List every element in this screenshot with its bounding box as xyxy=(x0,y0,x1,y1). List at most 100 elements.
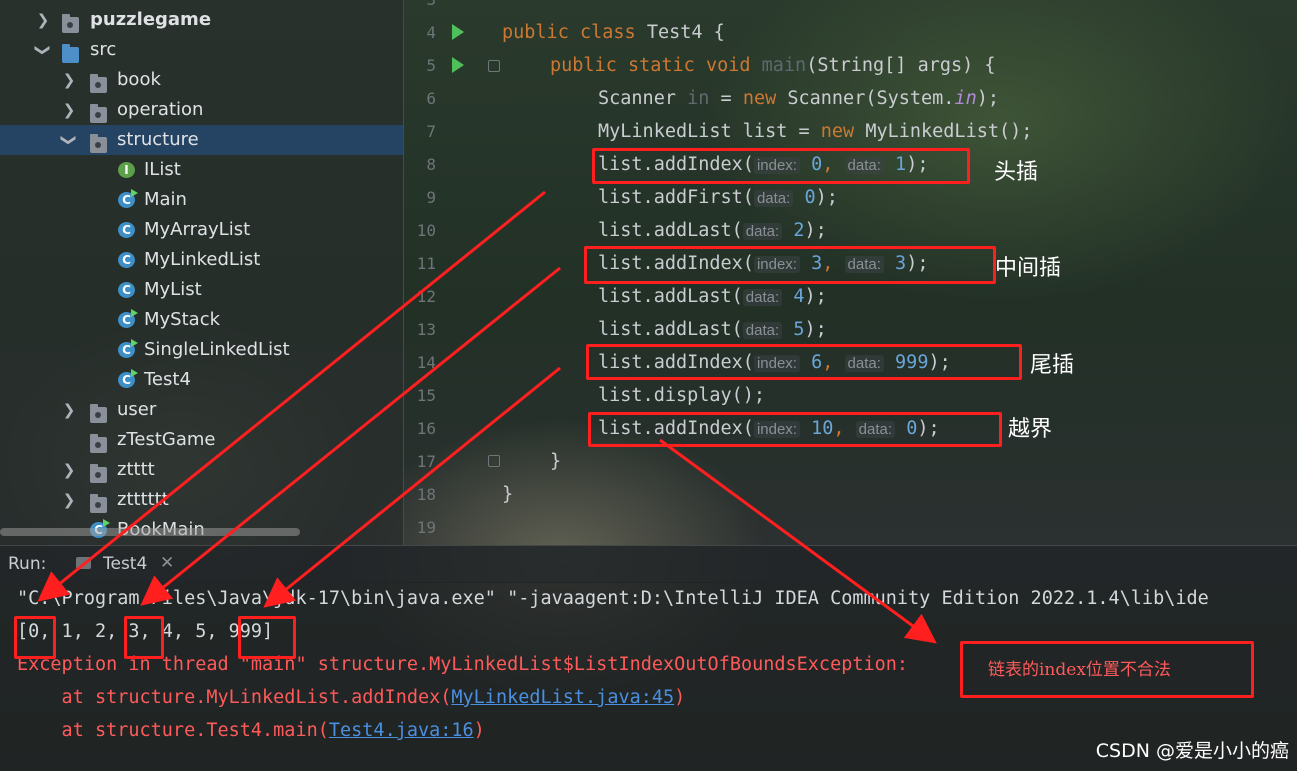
run-tool-window-header: Run: Test4 ✕ xyxy=(0,545,1297,583)
code-line-15: list.display(); xyxy=(598,385,766,406)
run-tab-icon xyxy=(76,557,91,569)
tree-item-label: user xyxy=(117,399,157,420)
tree-item-ztttt[interactable]: ❯ ztttt xyxy=(0,455,403,485)
annotation-label-out-of-bounds: 越界 xyxy=(1008,417,1053,442)
tree-item-operation[interactable]: ❯ operation xyxy=(0,95,403,125)
tree-item-puzzlegame[interactable]: ❯ puzzlegame xyxy=(0,5,403,35)
package-icon xyxy=(90,74,107,93)
chevron-right-icon[interactable]: ❯ xyxy=(36,5,50,35)
line-number: 10 xyxy=(416,221,436,240)
code-line-7: MyLinkedList list = new MyLinkedList(); xyxy=(598,121,1033,142)
tree-item-label: operation xyxy=(117,99,204,120)
code-line-13: list.addLast(data: 5); xyxy=(598,319,827,340)
annotation-box-out-of-bounds xyxy=(588,412,1002,447)
line-number: 17 xyxy=(416,452,436,471)
tree-item-label: MyLinkedList xyxy=(144,249,261,270)
tree-item-myarraylist[interactable]: C MyArrayList xyxy=(0,215,403,245)
class-icon: C xyxy=(118,369,138,388)
line-number: 8 xyxy=(426,155,436,174)
tree-item-label: ztttt xyxy=(117,459,155,480)
package-icon xyxy=(90,134,107,153)
line-number: 15 xyxy=(416,386,436,405)
tree-horizontal-scrollbar[interactable] xyxy=(0,528,300,536)
tree-item-ztestgame[interactable]: zTestGame xyxy=(0,425,403,455)
tree-item-label: MyArrayList xyxy=(144,219,251,240)
fold-icon[interactable] xyxy=(488,455,500,467)
run-label: Run: xyxy=(8,554,47,574)
tree-item-mylist[interactable]: C MyList xyxy=(0,275,403,305)
trace-link-mylinkedlist[interactable]: MyLinkedList.java:45 xyxy=(451,687,674,708)
tree-item-label: IList xyxy=(144,159,181,180)
console-trace-line-2: at structure.Test4.main(Test4.java:16) xyxy=(17,720,485,741)
tree-item-label: ztttttt xyxy=(117,489,169,510)
tree-item-main[interactable]: C Main xyxy=(0,185,403,215)
fold-icon[interactable] xyxy=(488,60,500,72)
chevron-right-icon[interactable]: ❯ xyxy=(62,395,76,425)
run-tab-test4[interactable]: Test4 xyxy=(103,554,147,574)
package-icon xyxy=(90,494,107,513)
tree-item-label: MyList xyxy=(144,279,202,300)
line-number: 4 xyxy=(426,23,436,42)
class-icon: C xyxy=(118,252,135,268)
tree-item-mylinkedlist[interactable]: C MyLinkedList xyxy=(0,245,403,275)
line-number: 13 xyxy=(416,320,436,339)
package-icon xyxy=(90,464,107,483)
class-icon: C xyxy=(118,309,138,328)
code-line-17: } xyxy=(550,451,562,472)
tree-item-ztttttt[interactable]: ❯ ztttttt xyxy=(0,485,403,515)
class-icon: C xyxy=(118,189,138,208)
tree-item-label: structure xyxy=(117,129,199,150)
console-trace-line-1: at structure.MyLinkedList.addIndex(MyLin… xyxy=(17,687,686,708)
class-icon: C xyxy=(118,339,138,358)
line-number: 14 xyxy=(416,353,436,372)
interface-icon: I xyxy=(118,162,135,178)
project-tree[interactable]: ❯ puzzlegame ❯ src ❯ book ❯ operation ❯ … xyxy=(0,0,404,545)
run-class-icon[interactable] xyxy=(452,24,464,40)
tree-item-label: Main xyxy=(144,189,187,210)
chevron-down-icon[interactable]: ❯ xyxy=(28,43,58,57)
tree-item-book[interactable]: ❯ book xyxy=(0,65,403,95)
class-icon: C xyxy=(118,282,135,298)
tree-item-ilist[interactable]: I IList xyxy=(0,155,403,185)
annotation-label-head-insert: 头插 xyxy=(994,160,1039,185)
line-number: 9 xyxy=(426,188,436,207)
annotation-box-tail-insert xyxy=(586,344,1022,380)
line-number: 6 xyxy=(426,89,436,108)
folder-icon xyxy=(62,14,79,33)
chevron-right-icon[interactable]: ❯ xyxy=(62,455,76,485)
tree-item-test4[interactable]: C Test4 xyxy=(0,365,403,395)
tree-item-label: zTestGame xyxy=(117,429,216,450)
line-number: 3 xyxy=(408,0,436,9)
code-line-9: list.addFirst(data: 0); xyxy=(598,187,838,208)
package-icon xyxy=(90,104,107,123)
source-folder-icon xyxy=(62,44,79,63)
tree-item-src[interactable]: ❯ src xyxy=(0,35,403,65)
line-number: 7 xyxy=(426,122,436,141)
package-icon xyxy=(90,404,107,423)
code-line-18: } xyxy=(502,484,514,505)
close-tab-icon[interactable]: ✕ xyxy=(160,553,174,573)
tree-item-label: book xyxy=(117,69,161,90)
annotation-box-output-0 xyxy=(14,616,56,659)
annotation-box-output-999 xyxy=(238,616,296,659)
class-icon: C xyxy=(118,222,135,238)
trace-link-test4[interactable]: Test4.java:16 xyxy=(329,720,474,741)
chevron-right-icon[interactable]: ❯ xyxy=(62,485,76,515)
tree-item-singlelinkedlist[interactable]: C SingleLinkedList xyxy=(0,335,403,365)
chevron-right-icon[interactable]: ❯ xyxy=(62,65,76,95)
chevron-right-icon[interactable]: ❯ xyxy=(62,95,76,125)
run-main-icon[interactable] xyxy=(452,57,464,73)
code-line-6: Scanner in = new Scanner(System.in); xyxy=(598,88,1000,109)
code-line-10: list.addLast(data: 2); xyxy=(598,220,827,241)
tree-item-label: Test4 xyxy=(144,369,191,390)
tree-item-mystack[interactable]: C MyStack xyxy=(0,305,403,335)
tree-item-user[interactable]: ❯ user xyxy=(0,395,403,425)
line-number: 11 xyxy=(416,254,436,273)
chevron-down-icon[interactable]: ❯ xyxy=(54,133,84,147)
console-command-line: "C:\Program Files\Java\jdk-17\bin\java.e… xyxy=(17,588,1209,609)
line-number: 19 xyxy=(416,518,436,537)
code-line-4: public class Test4 { xyxy=(502,22,725,43)
line-number: 18 xyxy=(416,485,436,504)
tree-item-structure[interactable]: ❯ structure xyxy=(0,125,403,155)
annotation-label-middle-insert: 中间插 xyxy=(995,256,1062,281)
